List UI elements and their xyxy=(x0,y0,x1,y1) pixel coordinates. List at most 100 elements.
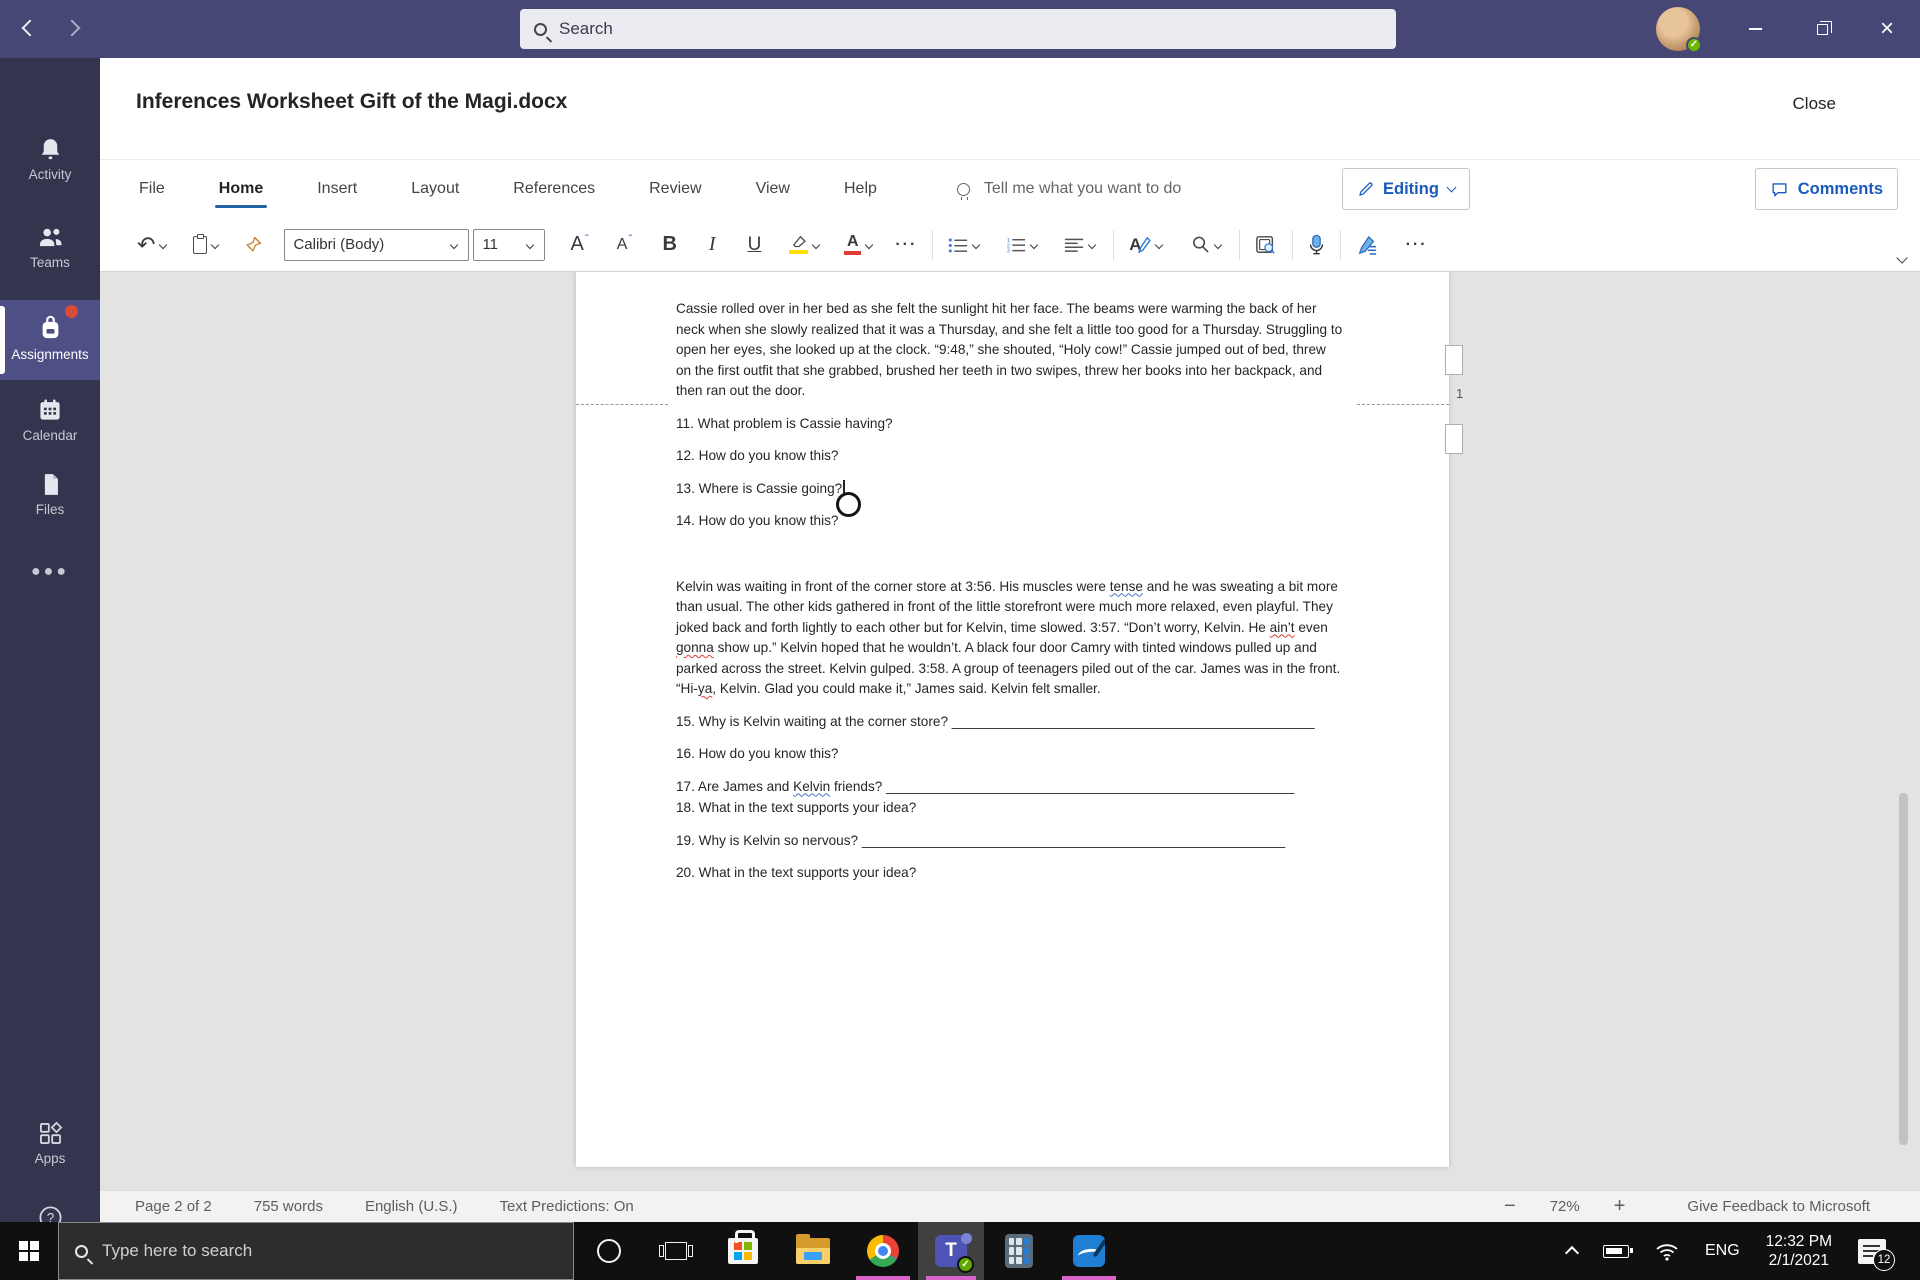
question-line[interactable]: 19. Why is Kelvin so nervous? __________… xyxy=(676,831,1344,852)
notifications-button[interactable]: 12 xyxy=(1858,1238,1895,1271)
question-line[interactable]: 16. How do you know this? xyxy=(676,744,1344,765)
comment-marker[interactable] xyxy=(1445,424,1463,454)
tab-view[interactable]: View xyxy=(754,174,792,204)
battery-icon xyxy=(1602,1244,1633,1258)
close-window-button[interactable]: × xyxy=(1864,0,1910,58)
question-line[interactable]: 11. What problem is Cassie having? xyxy=(676,414,1344,435)
sidebar-item-apps[interactable]: Apps xyxy=(0,1120,100,1166)
tab-references[interactable]: References xyxy=(511,174,597,204)
cortana-button[interactable] xyxy=(574,1222,644,1280)
sidebar-item-activity[interactable]: Activity xyxy=(0,136,100,182)
question-line[interactable]: 12. How do you know this? xyxy=(676,446,1344,467)
sidebar-item-files[interactable]: Files xyxy=(0,471,100,517)
more-toolbar-options-button[interactable]: ··· xyxy=(1401,232,1433,258)
format-painter-button[interactable] xyxy=(238,231,268,259)
question-line[interactable]: 20. What in the text supports your idea? xyxy=(676,863,1344,884)
paragraph[interactable]: Cassie rolled over in her bed as she fel… xyxy=(676,299,1344,402)
styles-button[interactable]: A xyxy=(1124,231,1169,259)
taskbar-search-input[interactable]: Type here to search xyxy=(58,1222,574,1280)
teams-button[interactable]: T ✓ xyxy=(918,1222,984,1280)
minimize-button[interactable] xyxy=(1732,0,1778,58)
tab-review[interactable]: Review xyxy=(647,174,703,204)
italic-button[interactable]: I xyxy=(704,229,721,260)
question-line[interactable]: 17. Are James and Kelvin friends? ______… xyxy=(676,777,1344,798)
more-font-options-button[interactable]: ··· xyxy=(890,232,922,258)
vertical-scrollbar[interactable] xyxy=(1899,793,1908,1145)
font-color-button[interactable]: A xyxy=(839,230,880,259)
avatar[interactable]: ✓ xyxy=(1656,7,1702,53)
spellcheck-word: ain’t xyxy=(1269,619,1295,635)
immersive-reader-icon xyxy=(1255,235,1275,254)
document-canvas[interactable]: Cassie rolled over in her bed as she fel… xyxy=(100,272,1920,1190)
zoom-out-button[interactable]: − xyxy=(1504,1195,1516,1218)
network-button[interactable] xyxy=(1655,1242,1679,1261)
tab-home[interactable]: Home xyxy=(214,174,268,208)
tab-layout[interactable]: Layout xyxy=(409,174,461,204)
question-line[interactable]: 13. Where is Cassie going? xyxy=(676,479,1344,500)
alignment-button[interactable] xyxy=(1059,232,1103,258)
zoom-in-button[interactable]: + xyxy=(1614,1195,1626,1218)
running-indicator xyxy=(926,1276,976,1280)
tab-file[interactable]: File xyxy=(137,174,167,204)
find-button[interactable] xyxy=(1186,231,1229,258)
tell-me-button[interactable]: Tell me what you want to do xyxy=(956,180,1181,200)
tray-date: 2/1/2021 xyxy=(1768,1252,1829,1269)
sidebar-item-assignments[interactable]: Assignments xyxy=(0,300,100,380)
back-icon[interactable] xyxy=(21,19,39,37)
divider xyxy=(1238,229,1240,260)
dictate-button[interactable] xyxy=(1303,230,1330,260)
font-name-combobox[interactable]: Calibri (Body) xyxy=(284,228,470,261)
document-page[interactable]: Cassie rolled over in her bed as she fel… xyxy=(576,272,1449,1167)
shrink-font-button[interactable]: Aˇ xyxy=(612,232,638,258)
question-line[interactable]: 18. What in the text supports your idea? xyxy=(676,798,1344,819)
collapse-ribbon-icon[interactable] xyxy=(1896,252,1908,264)
formatting-toolbar: ↶ Calibri (Body) 11 Aˆ Aˇ B I U A ··· 1 … xyxy=(100,218,1920,272)
paragraph[interactable]: Kelvin was waiting in front of the corne… xyxy=(676,577,1344,700)
whiteboard-button[interactable] xyxy=(1054,1222,1124,1280)
underline-button[interactable]: U xyxy=(743,230,767,260)
numbered-list-button[interactable]: 1 2 3 xyxy=(1001,232,1045,258)
sidebar-item-calendar[interactable]: Calendar xyxy=(0,396,100,443)
text-highlight-button[interactable] xyxy=(784,231,827,258)
immersive-reader-button[interactable] xyxy=(1250,231,1282,259)
restore-button[interactable] xyxy=(1799,0,1845,58)
tab-insert[interactable]: Insert xyxy=(315,174,359,204)
zoom-level[interactable]: 72% xyxy=(1550,1198,1580,1215)
bold-button[interactable]: B xyxy=(657,229,681,260)
editor-button[interactable] xyxy=(1351,231,1383,259)
clock[interactable]: 12:32 PM 2/1/2021 xyxy=(1766,1232,1832,1270)
question-line[interactable]: 15. Why is Kelvin waiting at the corner … xyxy=(676,712,1344,733)
calculator-button[interactable] xyxy=(984,1222,1054,1280)
language-button[interactable]: ENG xyxy=(1705,1242,1740,1260)
comments-button[interactable]: Comments xyxy=(1754,168,1898,210)
start-button[interactable] xyxy=(0,1222,58,1280)
text-predictions-status[interactable]: Text Predictions: On xyxy=(499,1198,633,1215)
font-size-combobox[interactable]: 11 xyxy=(473,228,546,261)
close-document-button[interactable]: Close xyxy=(1779,88,1850,120)
task-view-button[interactable] xyxy=(644,1222,708,1280)
file-explorer-button[interactable] xyxy=(778,1222,848,1280)
editing-mode-dropdown[interactable]: Editing xyxy=(1342,168,1470,210)
sidebar-more-button[interactable]: ●●● xyxy=(0,563,100,581)
chrome-button[interactable] xyxy=(848,1222,918,1280)
word-count[interactable]: 755 words xyxy=(254,1198,323,1215)
bullet-list-button[interactable] xyxy=(943,232,987,258)
tray-expand-button[interactable] xyxy=(1564,1244,1580,1261)
search-input[interactable]: Search xyxy=(520,9,1396,49)
sidebar-item-teams[interactable]: Teams xyxy=(0,224,100,270)
battery-button[interactable] xyxy=(1602,1244,1633,1258)
microsoft-store-button[interactable] xyxy=(708,1222,778,1280)
language-status[interactable]: English (U.S.) xyxy=(365,1198,458,1215)
tab-help[interactable]: Help xyxy=(842,174,879,204)
text-run: 18. What in the text supports your idea? xyxy=(676,800,917,815)
spellcheck-word: gonna xyxy=(676,640,714,655)
feedback-link[interactable]: Give Feedback to Microsoft xyxy=(1687,1198,1870,1215)
forward-icon[interactable] xyxy=(63,19,81,37)
comment-marker[interactable] xyxy=(1445,345,1463,375)
document-text[interactable]: Cassie rolled over in her bed as she fel… xyxy=(676,272,1344,884)
grow-font-button[interactable]: Aˆ xyxy=(565,229,593,260)
question-line[interactable]: 14. How do you know this? xyxy=(676,511,1344,532)
undo-button[interactable]: ↶ xyxy=(132,228,174,262)
page-count[interactable]: Page 2 of 2 xyxy=(135,1198,212,1215)
paste-button[interactable] xyxy=(188,232,226,258)
